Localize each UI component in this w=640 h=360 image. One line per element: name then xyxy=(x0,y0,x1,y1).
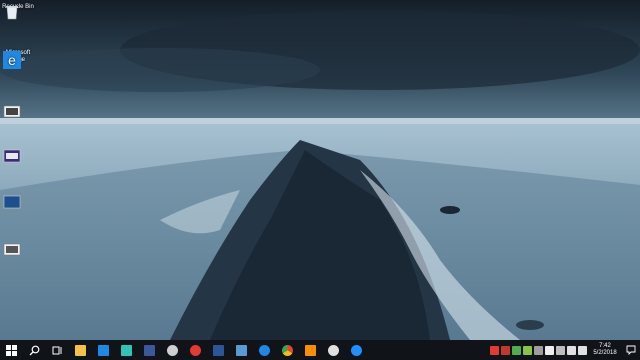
windows-start-icon xyxy=(6,344,17,356)
taskbar-app-chrome[interactable] xyxy=(276,340,299,360)
desktop-icon-microsoft-edge[interactable]: e Microsoft Edge xyxy=(2,50,34,69)
clock-time: 7:42 xyxy=(599,343,611,349)
notification-icon xyxy=(626,345,636,355)
word-icon xyxy=(213,344,224,356)
desktop-wallpaper: Recycle Bin e Microsoft Edge xyxy=(0,0,640,340)
taskbar: 7:42 5/2/2018 xyxy=(0,340,640,360)
tray-app-icon[interactable] xyxy=(534,345,543,355)
task-view-button[interactable] xyxy=(46,340,69,360)
svg-text:e: e xyxy=(8,52,16,68)
settings-app-icon xyxy=(167,344,178,356)
taskbar-app-facebook[interactable] xyxy=(138,340,161,360)
tray-app-icon[interactable] xyxy=(501,345,510,355)
search-icon xyxy=(29,345,40,355)
tray-app-icon[interactable] xyxy=(523,345,532,355)
desktop-icon-recycle-bin[interactable]: Recycle Bin xyxy=(2,4,34,20)
app-icon xyxy=(121,344,132,356)
taskbar-app-edge-2[interactable] xyxy=(345,340,368,360)
action-center-button[interactable] xyxy=(622,340,640,360)
photos-icon xyxy=(236,344,247,356)
system-tray: 7:42 5/2/2018 xyxy=(489,340,640,360)
chrome-icon xyxy=(282,344,293,356)
shortcut-icon xyxy=(3,243,21,256)
taskbar-app-store[interactable] xyxy=(92,340,115,360)
volume-icon[interactable] xyxy=(567,345,576,355)
edge-icon xyxy=(259,344,270,356)
taskbar-app-word[interactable] xyxy=(207,340,230,360)
taskbar-app-settings-gear[interactable] xyxy=(322,340,345,360)
taskbar-app[interactable] xyxy=(115,340,138,360)
taskbar-app-opera[interactable] xyxy=(184,340,207,360)
cloud-icon[interactable] xyxy=(545,345,554,355)
taskbar-clock[interactable]: 7:42 5/2/2018 xyxy=(588,343,622,357)
gear-icon xyxy=(328,344,339,356)
store-icon xyxy=(98,344,109,356)
start-button[interactable] xyxy=(0,340,23,360)
taskbar-app-file-explorer[interactable] xyxy=(69,340,92,360)
media-icon xyxy=(305,344,316,356)
edge-icon xyxy=(351,344,362,356)
taskbar-app-media[interactable] xyxy=(299,340,322,360)
battery-icon[interactable] xyxy=(578,345,587,355)
opera-icon xyxy=(190,344,201,356)
taskbar-app-edge[interactable] xyxy=(253,340,276,360)
shortcut-icon xyxy=(3,149,21,163)
shortcut-icon xyxy=(3,195,21,209)
file-explorer-icon xyxy=(75,344,86,356)
task-view-icon xyxy=(52,346,62,354)
tray-app-icon[interactable] xyxy=(512,345,521,355)
edge-icon: e xyxy=(3,51,21,69)
recycle-bin-icon xyxy=(6,6,18,20)
taskbar-app-photos[interactable] xyxy=(230,340,253,360)
search-button[interactable] xyxy=(23,340,46,360)
network-icon[interactable] xyxy=(556,345,565,355)
facebook-icon xyxy=(144,344,155,356)
wallpaper-image xyxy=(0,0,640,340)
clock-date: 5/2/2018 xyxy=(593,350,617,356)
taskbar-app-settings[interactable] xyxy=(161,340,184,360)
tray-app-icon[interactable] xyxy=(490,345,499,355)
shortcut-icon xyxy=(3,105,21,118)
